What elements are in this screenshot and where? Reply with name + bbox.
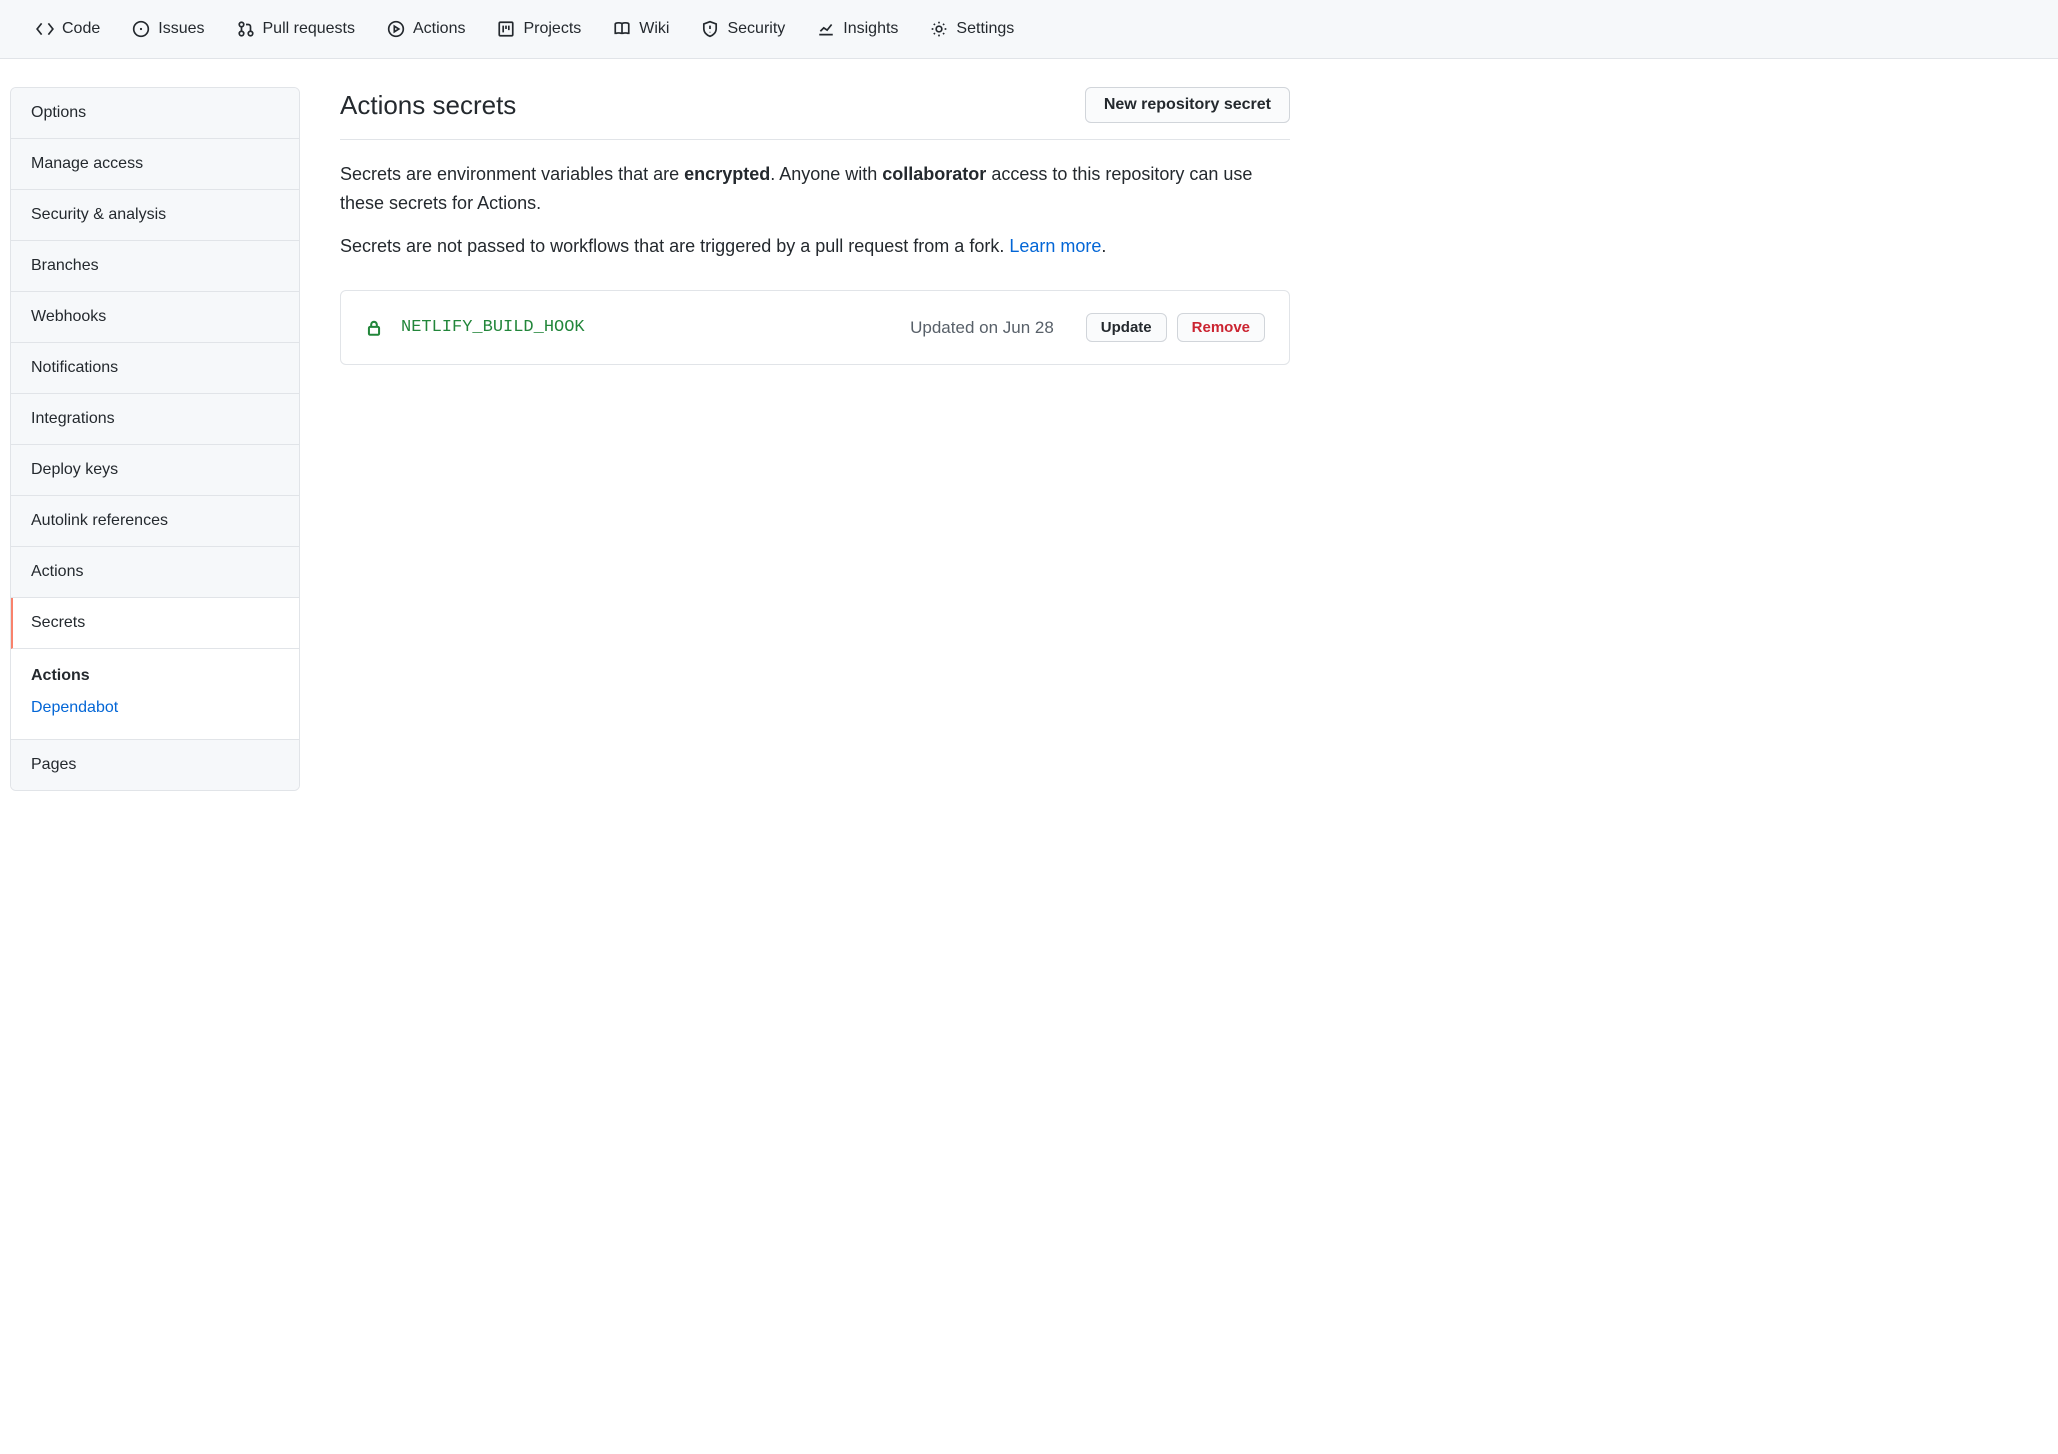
sidebar-item-integrations[interactable]: Integrations	[11, 394, 299, 445]
remove-secret-button[interactable]: Remove	[1177, 313, 1265, 342]
sidebar-item-actions[interactable]: Actions	[11, 547, 299, 598]
sidebar-item-deploy-keys[interactable]: Deploy keys	[11, 445, 299, 496]
sidebar-item-webhooks[interactable]: Webhooks	[11, 292, 299, 343]
sidebar-item-pages[interactable]: Pages	[11, 740, 299, 790]
tab-insights[interactable]: Insights	[805, 12, 910, 46]
sidebar-sublink-dependabot[interactable]: Dependabot	[31, 699, 279, 717]
lock-icon	[365, 319, 383, 337]
tab-settings[interactable]: Settings	[918, 12, 1026, 46]
sidebar-item-label: Pages	[31, 756, 76, 773]
shield-icon	[701, 20, 719, 38]
sidebar-item-label: Webhooks	[31, 308, 106, 325]
tab-label: Issues	[158, 20, 204, 38]
secret-name: NETLIFY_BUILD_HOOK	[365, 318, 890, 337]
tab-label: Projects	[523, 20, 581, 38]
sidebar-item-label: Manage access	[31, 155, 143, 172]
text: . Anyone with	[770, 164, 882, 184]
sidebar-item-notifications[interactable]: Notifications	[11, 343, 299, 394]
secrets-description-2: Secrets are not passed to workflows that…	[340, 232, 1290, 261]
main-content: Actions secrets New repository secret Se…	[340, 87, 1290, 791]
play-icon	[387, 20, 405, 38]
settings-sidebar: Options Manage access Security & analysi…	[10, 87, 300, 791]
update-secret-button[interactable]: Update	[1086, 313, 1167, 342]
tab-wiki[interactable]: Wiki	[601, 12, 681, 46]
sidebar-item-options[interactable]: Options	[11, 88, 299, 139]
tab-label: Pull requests	[263, 20, 356, 38]
tab-projects[interactable]: Projects	[485, 12, 593, 46]
sidebar-item-label: Autolink references	[31, 512, 168, 529]
tab-actions[interactable]: Actions	[375, 12, 477, 46]
secret-updated: Updated on Jun 28	[910, 318, 1054, 338]
sidebar-item-secrets[interactable]: Secrets	[11, 598, 299, 649]
tab-issues[interactable]: Issues	[120, 12, 216, 46]
tab-label: Security	[727, 20, 785, 38]
text: Secrets are not passed to workflows that…	[340, 236, 1009, 256]
tab-security[interactable]: Security	[689, 12, 797, 46]
sidebar-item-label: Branches	[31, 257, 99, 274]
pr-icon	[237, 20, 255, 38]
secrets-description-1: Secrets are environment variables that a…	[340, 160, 1290, 218]
text-strong: collaborator	[882, 164, 986, 184]
sidebar-item-label: Actions	[31, 563, 83, 580]
tab-label: Insights	[843, 20, 898, 38]
sidebar-subgroup-title: Actions	[31, 667, 279, 685]
learn-more-link[interactable]: Learn more	[1009, 236, 1101, 256]
text: .	[1101, 236, 1106, 256]
secret-name-text: NETLIFY_BUILD_HOOK	[401, 318, 585, 337]
new-repository-secret-button[interactable]: New repository secret	[1085, 87, 1290, 123]
sidebar-item-label: Notifications	[31, 359, 118, 376]
tab-code[interactable]: Code	[24, 12, 112, 46]
sidebar-item-manage-access[interactable]: Manage access	[11, 139, 299, 190]
sidebar-item-label: Deploy keys	[31, 461, 118, 478]
gear-icon	[930, 20, 948, 38]
secret-row: NETLIFY_BUILD_HOOK Updated on Jun 28 Upd…	[340, 290, 1290, 365]
graph-icon	[817, 20, 835, 38]
tab-pull-requests[interactable]: Pull requests	[225, 12, 368, 46]
code-icon	[36, 20, 54, 38]
text: Secrets are environment variables that a…	[340, 164, 684, 184]
sidebar-item-label: Options	[31, 104, 86, 121]
sidebar-item-label: Secrets	[31, 614, 85, 631]
page-title: Actions secrets	[340, 90, 516, 121]
tab-label: Actions	[413, 20, 465, 38]
tab-label: Code	[62, 20, 100, 38]
sidebar-item-security-analysis[interactable]: Security & analysis	[11, 190, 299, 241]
tab-label: Wiki	[639, 20, 669, 38]
sidebar-subgroup-secrets: Actions Dependabot	[11, 649, 299, 740]
book-icon	[613, 20, 631, 38]
tab-label: Settings	[956, 20, 1014, 38]
page-header: Actions secrets New repository secret	[340, 87, 1290, 140]
issue-icon	[132, 20, 150, 38]
secret-actions: Update Remove	[1086, 313, 1265, 342]
sidebar-item-label: Security & analysis	[31, 206, 166, 223]
project-icon	[497, 20, 515, 38]
text-strong: encrypted	[684, 164, 770, 184]
repo-topnav: Code Issues Pull requests Actions Projec…	[0, 0, 2058, 59]
sidebar-item-autolink-references[interactable]: Autolink references	[11, 496, 299, 547]
sidebar-item-label: Integrations	[31, 410, 115, 427]
sidebar-item-branches[interactable]: Branches	[11, 241, 299, 292]
